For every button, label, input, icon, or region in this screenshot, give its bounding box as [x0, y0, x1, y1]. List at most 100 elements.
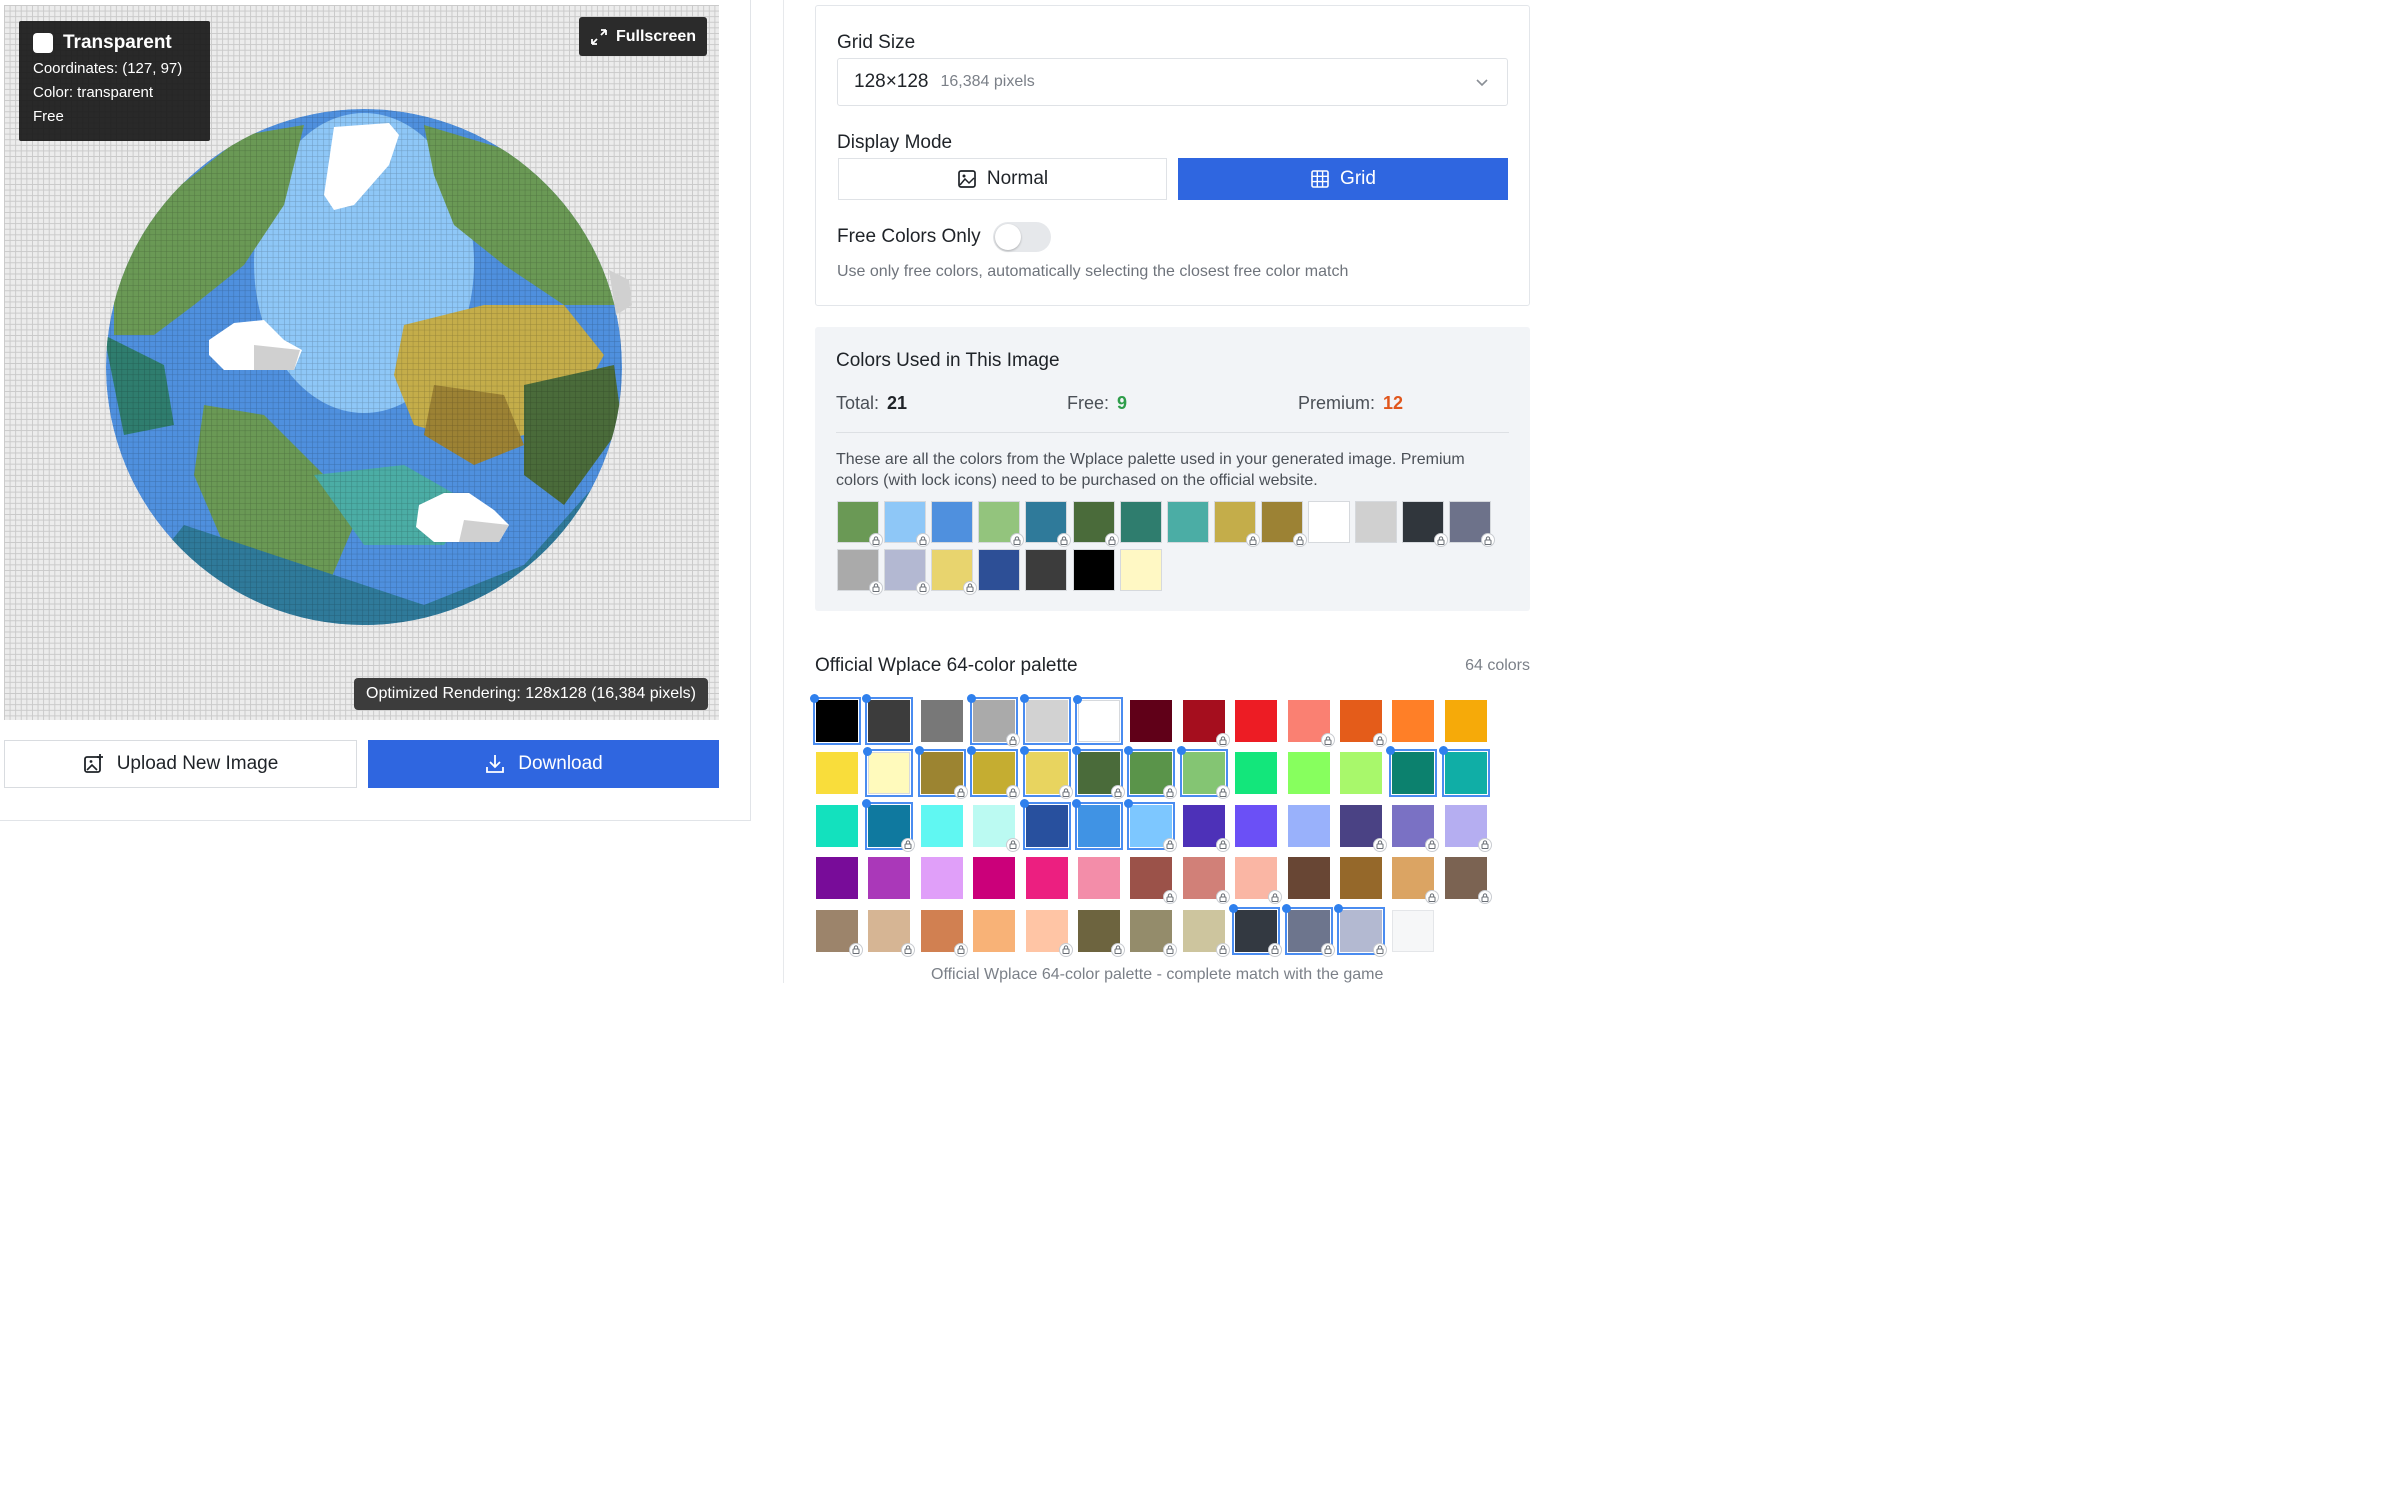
color-swatch[interactable]: [1124, 746, 1178, 800]
color-swatch[interactable]: [1386, 746, 1438, 798]
color-swatch[interactable]: [816, 804, 858, 847]
color-swatch[interactable]: [1072, 746, 1125, 800]
color-swatch[interactable]: [1229, 903, 1283, 957]
grid-size-label: Grid Size: [837, 32, 916, 53]
color-swatch[interactable]: [1072, 501, 1119, 547]
color-swatch[interactable]: [973, 857, 1016, 900]
divider: [836, 432, 1509, 433]
color-swatch[interactable]: [862, 694, 914, 745]
color-swatch[interactable]: [837, 501, 883, 547]
color-swatch[interactable]: [1078, 857, 1120, 900]
color-swatch[interactable]: [1235, 700, 1278, 742]
color-swatch[interactable]: [920, 804, 963, 847]
color-swatch[interactable]: [920, 909, 968, 957]
color-swatch[interactable]: [862, 798, 916, 852]
color-swatch[interactable]: [1340, 857, 1382, 900]
upload-image-button[interactable]: Upload New Image: [4, 740, 357, 788]
color-swatch[interactable]: [978, 501, 1025, 547]
color-swatch[interactable]: [1019, 798, 1071, 850]
mode-normal-label: Normal: [986, 168, 1049, 189]
color-swatch[interactable]: [1334, 903, 1387, 957]
color-swatch[interactable]: [1392, 804, 1440, 852]
color-swatch[interactable]: [931, 501, 974, 543]
color-swatch[interactable]: [1019, 746, 1073, 800]
color-swatch[interactable]: [1340, 752, 1382, 795]
color-swatch[interactable]: [1182, 909, 1230, 957]
color-swatch[interactable]: [1308, 501, 1350, 543]
mode-normal-button[interactable]: Normal: [838, 158, 1167, 200]
color-swatch[interactable]: [1124, 798, 1178, 852]
color-swatch[interactable]: [1444, 700, 1487, 742]
color-swatch[interactable]: [816, 752, 858, 795]
color-swatch[interactable]: [1182, 857, 1230, 905]
color-swatch[interactable]: [1078, 909, 1125, 957]
color-swatch[interactable]: [868, 857, 911, 900]
grid-size-pixels: 16,384 pixels: [940, 73, 1035, 90]
color-swatch[interactable]: [884, 548, 931, 595]
color-swatch[interactable]: [1213, 501, 1260, 547]
color-swatch[interactable]: [1449, 501, 1496, 547]
color-swatch[interactable]: [1287, 857, 1330, 900]
color-swatch[interactable]: [863, 747, 914, 798]
color-swatch[interactable]: [816, 909, 863, 957]
color-swatch[interactable]: [1072, 548, 1115, 591]
color-swatch[interactable]: [1444, 857, 1492, 905]
color-swatch[interactable]: [920, 700, 963, 742]
download-button[interactable]: Download: [368, 740, 719, 788]
color-swatch[interactable]: [1235, 857, 1283, 905]
color-swatch[interactable]: [973, 804, 1021, 852]
color-swatch[interactable]: [1340, 700, 1387, 747]
color-swatch[interactable]: [1025, 548, 1068, 591]
selected-marker: [1019, 746, 1029, 756]
color-swatch[interactable]: [837, 548, 883, 595]
color-swatch[interactable]: [1235, 752, 1278, 795]
pixel-canvas[interactable]: Transparent Coordinates: (127, 97) Color…: [4, 5, 719, 720]
color-swatch[interactable]: [1072, 798, 1123, 850]
color-swatch[interactable]: [868, 909, 916, 957]
color-swatch[interactable]: [884, 501, 931, 547]
color-swatch[interactable]: [1287, 752, 1330, 795]
color-swatch[interactable]: [1402, 501, 1449, 547]
fullscreen-button[interactable]: Fullscreen: [579, 17, 707, 56]
color-swatch[interactable]: [1025, 501, 1072, 547]
color-swatch[interactable]: [920, 857, 963, 900]
color-swatch[interactable]: [1340, 804, 1387, 852]
color-swatch[interactable]: [1287, 700, 1335, 747]
color-swatch[interactable]: [816, 857, 858, 900]
color-swatch[interactable]: [1166, 501, 1209, 543]
color-swatch[interactable]: [810, 694, 861, 745]
color-swatch[interactable]: [914, 746, 968, 800]
color-swatch[interactable]: [1025, 909, 1073, 957]
color-swatch[interactable]: [1260, 501, 1307, 547]
color-swatch[interactable]: [967, 746, 1021, 800]
mode-grid-button[interactable]: Grid: [1178, 158, 1508, 200]
color-swatch[interactable]: [1119, 548, 1162, 591]
color-swatch[interactable]: [1438, 746, 1490, 798]
color-swatch[interactable]: [1130, 857, 1178, 905]
color-swatch[interactable]: [1392, 700, 1435, 742]
color-swatch[interactable]: [1182, 700, 1230, 747]
color-swatch[interactable]: [1182, 804, 1230, 852]
color-swatch[interactable]: [1130, 909, 1178, 957]
color-swatch[interactable]: [1392, 909, 1435, 952]
color-swatch[interactable]: [973, 909, 1016, 952]
color-swatch[interactable]: [1287, 804, 1330, 847]
lock-icon: [1373, 942, 1387, 957]
grid-size-select[interactable]: 128×128 16,384 pixels: [837, 58, 1508, 106]
tooltip-coordinates: Coordinates: (127, 97): [33, 60, 183, 77]
color-swatch[interactable]: [1119, 501, 1162, 543]
color-swatch[interactable]: [1281, 903, 1335, 957]
color-swatch[interactable]: [1235, 804, 1278, 847]
color-swatch[interactable]: [931, 548, 978, 595]
color-swatch[interactable]: [1073, 695, 1123, 745]
color-swatch[interactable]: [1176, 746, 1230, 800]
color-swatch[interactable]: [978, 548, 1021, 591]
color-swatch[interactable]: [1019, 694, 1071, 745]
color-swatch[interactable]: [1355, 501, 1398, 543]
color-swatch[interactable]: [1025, 857, 1068, 900]
color-swatch[interactable]: [967, 694, 1021, 747]
color-swatch[interactable]: [1130, 700, 1173, 742]
color-swatch[interactable]: [1392, 857, 1440, 905]
color-swatch[interactable]: [1444, 804, 1492, 852]
free-colors-toggle[interactable]: [993, 222, 1051, 252]
